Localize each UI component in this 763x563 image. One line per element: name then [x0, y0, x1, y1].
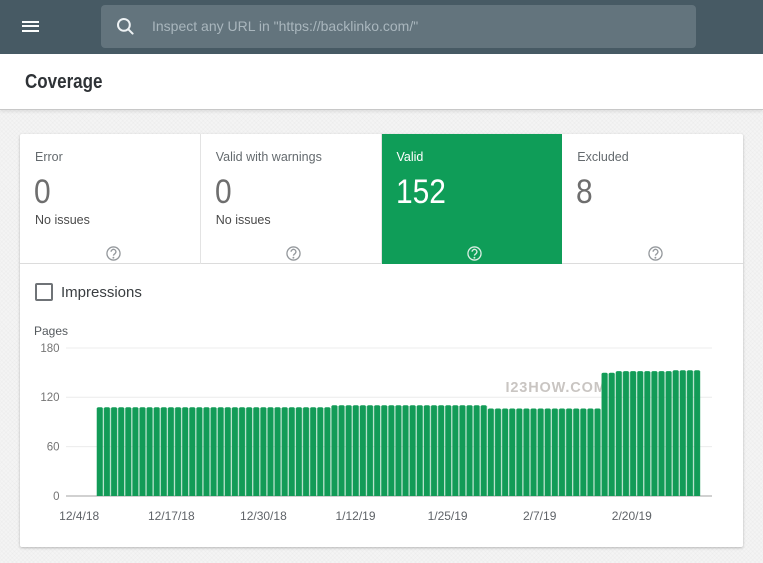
svg-text:0: 0	[53, 491, 59, 503]
svg-text:Pages: Pages	[34, 324, 68, 338]
svg-text:1/12/19: 1/12/19	[335, 509, 375, 523]
svg-text:120: 120	[40, 392, 59, 404]
svg-text:2/20/19: 2/20/19	[612, 509, 652, 523]
svg-text:180: 180	[40, 343, 59, 355]
svg-text:1/25/19: 1/25/19	[428, 509, 468, 523]
svg-text:12/30/18: 12/30/18	[240, 509, 287, 523]
svg-text:12/17/18: 12/17/18	[148, 509, 195, 523]
svg-text:2/7/19: 2/7/19	[523, 509, 557, 523]
svg-text:60: 60	[47, 441, 60, 453]
svg-text:12/4/18: 12/4/18	[59, 509, 99, 523]
